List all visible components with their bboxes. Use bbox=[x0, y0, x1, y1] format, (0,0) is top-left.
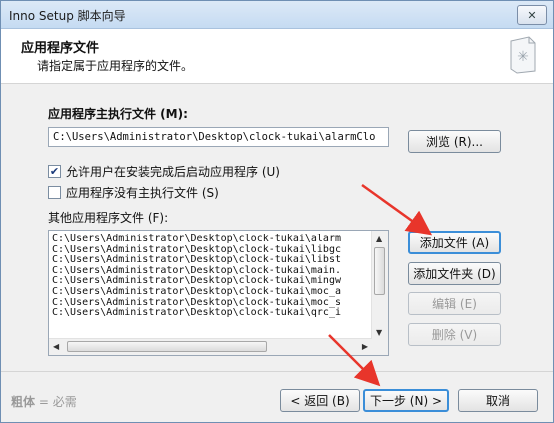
back-button[interactable]: < 返回 (B) bbox=[280, 389, 360, 412]
allow-launch-label: 允许用户在安装完成后启动应用程序 (U) bbox=[66, 165, 280, 179]
list-item[interactable]: C:\Users\Administrator\Desktop\clock-tuk… bbox=[52, 234, 372, 245]
close-button[interactable]: ✕ bbox=[517, 5, 547, 25]
scroll-up-icon[interactable]: ▲ bbox=[376, 234, 382, 243]
required-legend: 粗体 = 必需 bbox=[11, 393, 77, 410]
required-legend-bold: 粗体 bbox=[11, 395, 36, 409]
no-main-exe-checkbox[interactable] bbox=[48, 186, 61, 199]
add-folder-button[interactable]: 添加文件夹 (D) bbox=[408, 262, 501, 285]
scroll-left-icon[interactable]: ◀ bbox=[53, 342, 59, 351]
no-main-exe-option[interactable]: 应用程序没有主执行文件 (S) bbox=[48, 184, 219, 201]
scroll-down-icon[interactable]: ▼ bbox=[376, 328, 382, 337]
title-bar: Inno Setup 脚本向导 ✕ bbox=[1, 1, 553, 29]
scroll-right-icon[interactable]: ▶ bbox=[362, 342, 368, 351]
main-exe-input[interactable]: C:\Users\Administrator\Desktop\clock-tuk… bbox=[48, 127, 389, 147]
vertical-scroll-thumb[interactable] bbox=[374, 247, 385, 295]
allow-launch-option[interactable]: ✔ 允许用户在安装完成后启动应用程序 (U) bbox=[48, 163, 280, 180]
horizontal-scroll-thumb[interactable] bbox=[67, 341, 267, 352]
page-subtitle: 请指定属于应用程序的文件。 bbox=[37, 59, 194, 73]
close-icon: ✕ bbox=[527, 8, 537, 22]
browse-button[interactable]: 浏览 (R)... bbox=[408, 130, 501, 153]
window-title: Inno Setup 脚本向导 bbox=[9, 9, 126, 23]
cancel-button[interactable]: 取消 bbox=[458, 389, 538, 412]
delete-button[interactable]: 删除 (V) bbox=[408, 323, 501, 346]
wizard-document-icon: ✳ bbox=[510, 36, 536, 74]
footer-divider bbox=[1, 371, 553, 372]
horizontal-scrollbar[interactable]: ◀ ▶ bbox=[49, 338, 372, 355]
svg-text:✳: ✳ bbox=[517, 49, 529, 65]
scroll-corner bbox=[372, 339, 388, 355]
other-files-list[interactable]: C:\Users\Administrator\Desktop\clock-tuk… bbox=[48, 230, 389, 356]
vertical-scrollbar[interactable]: ▲ ▼ bbox=[371, 231, 388, 339]
list-item[interactable]: C:\Users\Administrator\Desktop\clock-tuk… bbox=[52, 308, 372, 319]
wizard-window: Inno Setup 脚本向导 ✕ 应用程序文件 请指定属于应用程序的文件。 ✳… bbox=[0, 0, 554, 423]
next-button[interactable]: 下一步 (N) > bbox=[363, 389, 449, 412]
allow-launch-checkbox[interactable]: ✔ bbox=[48, 165, 61, 178]
page-title: 应用程序文件 bbox=[21, 41, 100, 56]
no-main-exe-label: 应用程序没有主执行文件 (S) bbox=[66, 186, 219, 200]
main-exe-label: 应用程序主执行文件 (M): bbox=[48, 107, 188, 121]
edit-button[interactable]: 编辑 (E) bbox=[408, 292, 501, 315]
add-file-button[interactable]: 添加文件 (A) bbox=[408, 231, 501, 254]
required-legend-text: = 必需 bbox=[35, 395, 77, 409]
wizard-header: 应用程序文件 请指定属于应用程序的文件。 ✳ bbox=[1, 29, 553, 84]
other-files-label: 其他应用程序文件 (F): bbox=[48, 211, 169, 225]
list-item[interactable]: C:\Users\Administrator\Desktop\clock-tuk… bbox=[52, 286, 372, 298]
